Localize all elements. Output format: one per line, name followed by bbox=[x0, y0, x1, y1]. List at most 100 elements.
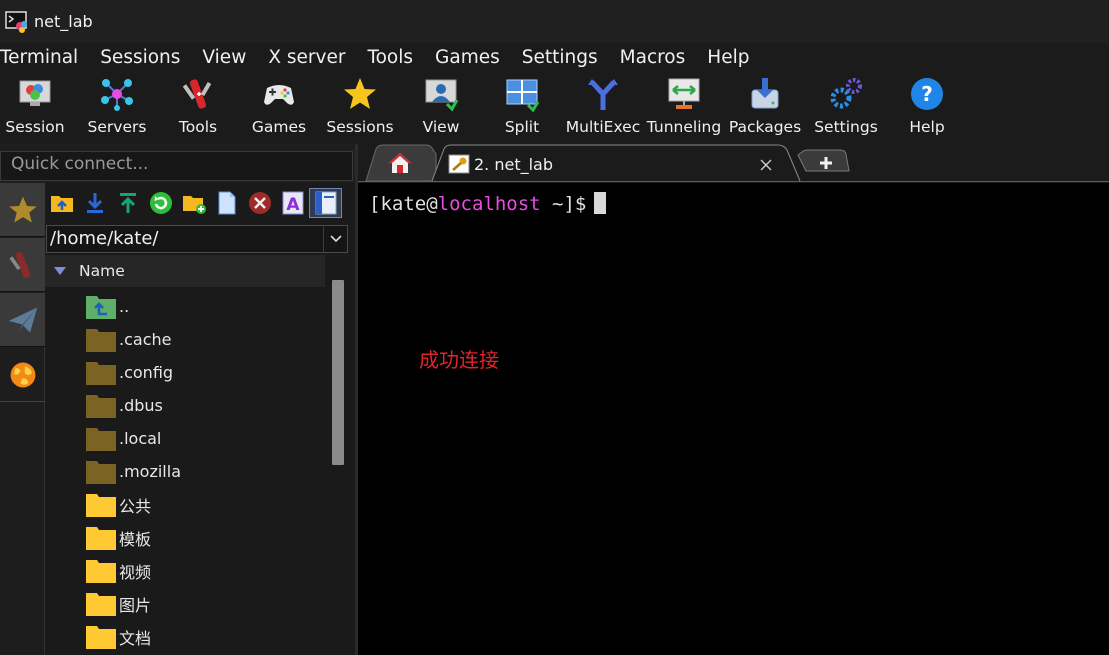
menu-macros[interactable]: Macros bbox=[620, 47, 686, 68]
split-button[interactable]: Split bbox=[482, 76, 562, 138]
sidebar-macros-tab[interactable] bbox=[0, 348, 45, 402]
download-button[interactable] bbox=[78, 188, 111, 218]
delete-button[interactable] bbox=[243, 188, 276, 218]
upload-button[interactable] bbox=[111, 188, 144, 218]
follow-terminal-button[interactable] bbox=[309, 188, 342, 218]
sftp-browser: A /home/kate/ Name .. .cache .config .db bbox=[45, 183, 355, 655]
file-list: .. .cache .config .dbus .local .mozilla … bbox=[45, 290, 325, 653]
tab-label: 2. net_lab bbox=[474, 154, 554, 174]
file-row[interactable]: 图片 bbox=[45, 587, 325, 620]
folder-icon bbox=[86, 626, 116, 649]
app-icon bbox=[5, 10, 29, 34]
tools-icon bbox=[8, 251, 30, 278]
star-icon bbox=[344, 78, 376, 109]
svg-text:A: A bbox=[286, 195, 300, 215]
gear-icon bbox=[830, 78, 862, 109]
menu-games[interactable]: Games bbox=[435, 47, 500, 68]
terminal-pane[interactable]: [kate@localhost ~]$ 成功连接 bbox=[358, 183, 1109, 655]
download-icon bbox=[86, 193, 103, 213]
menu-help[interactable]: Help bbox=[707, 47, 749, 68]
view-button[interactable]: View bbox=[401, 76, 481, 138]
servers-icon bbox=[101, 79, 133, 111]
file-row[interactable]: 模板 bbox=[45, 521, 325, 554]
new-file-button[interactable] bbox=[210, 188, 243, 218]
terminal-cursor bbox=[594, 192, 607, 214]
parent-dir-button[interactable] bbox=[45, 188, 78, 218]
paper-plane-icon bbox=[8, 307, 37, 332]
view-icon bbox=[425, 79, 459, 112]
new-tab-button[interactable] bbox=[816, 154, 836, 172]
multiexec-button[interactable]: MultiExec bbox=[563, 76, 643, 138]
quick-connect-input[interactable]: Quick connect... bbox=[0, 151, 353, 181]
help-icon: ? bbox=[911, 78, 943, 110]
scrollbar-thumb[interactable] bbox=[332, 280, 344, 465]
games-button[interactable]: Games bbox=[239, 76, 319, 138]
help-button[interactable]: ? Help bbox=[887, 76, 967, 138]
new-folder-button[interactable] bbox=[177, 188, 210, 218]
window-title: net_lab bbox=[34, 12, 93, 31]
packages-icon bbox=[751, 78, 779, 109]
menu-settings[interactable]: Settings bbox=[522, 47, 598, 68]
folder-up-icon bbox=[50, 196, 73, 212]
globe-icon bbox=[10, 362, 35, 387]
shell-prompt: [kate@localhost ~]$ bbox=[369, 192, 607, 215]
servers-button[interactable]: Servers bbox=[77, 76, 157, 138]
file-row[interactable]: .config bbox=[45, 356, 325, 389]
home-tab[interactable] bbox=[387, 151, 415, 175]
file-row[interactable]: .cache bbox=[45, 323, 325, 356]
name-column-header[interactable]: Name bbox=[45, 255, 325, 287]
sidebar-sessions-tab[interactable] bbox=[0, 183, 45, 237]
file-row[interactable]: 公共 bbox=[45, 488, 325, 521]
menu-terminal[interactable]: Terminal bbox=[0, 47, 78, 68]
path-field[interactable]: /home/kate/ bbox=[46, 225, 348, 253]
new-folder-icon bbox=[182, 196, 206, 214]
path-dropdown-button[interactable] bbox=[323, 226, 347, 252]
sidebar-tools-tab[interactable] bbox=[0, 238, 45, 292]
file-row[interactable]: .dbus bbox=[45, 389, 325, 422]
settings-button[interactable]: Settings bbox=[806, 76, 886, 138]
home-icon bbox=[389, 153, 411, 173]
menu-view[interactable]: View bbox=[202, 47, 246, 68]
folder-icon bbox=[86, 560, 116, 583]
split-icon bbox=[506, 79, 540, 112]
tab-net-lab[interactable]: 2. net_lab bbox=[448, 152, 778, 176]
new-file-icon bbox=[218, 191, 235, 215]
title-bar: net_lab bbox=[0, 0, 1109, 43]
file-row-parent[interactable]: .. bbox=[45, 290, 325, 323]
tools-icon bbox=[182, 79, 212, 109]
file-row[interactable]: .mozilla bbox=[45, 455, 325, 488]
sftp-toolbar: A bbox=[45, 183, 355, 223]
menu-tools[interactable]: Tools bbox=[367, 47, 413, 68]
sessions-button[interactable]: Sessions bbox=[320, 76, 400, 138]
sidebar-sftp-tab[interactable] bbox=[0, 293, 45, 347]
packages-button[interactable]: Packages bbox=[725, 76, 805, 138]
parent-folder-icon bbox=[86, 296, 116, 319]
ssh-key-icon bbox=[448, 154, 470, 174]
session-button[interactable]: Session bbox=[0, 76, 75, 138]
menu-sessions[interactable]: Sessions bbox=[100, 47, 180, 68]
rename-button[interactable]: A bbox=[276, 188, 309, 218]
menu-x-server[interactable]: X server bbox=[268, 47, 345, 68]
file-row[interactable]: 视频 bbox=[45, 554, 325, 587]
refresh-icon bbox=[149, 192, 172, 214]
close-tab-button[interactable] bbox=[760, 156, 772, 175]
upload-icon bbox=[119, 193, 136, 213]
chevron-down-icon bbox=[329, 235, 342, 243]
path-text: /home/kate/ bbox=[50, 228, 159, 249]
hidden-folder-icon bbox=[86, 329, 116, 352]
tunneling-button[interactable]: Tunneling bbox=[644, 76, 724, 138]
main-toolbar: Session Servers Tools Games Sessions Vie… bbox=[0, 72, 1109, 144]
tunneling-icon bbox=[668, 78, 700, 109]
folder-icon bbox=[86, 494, 116, 517]
menu-bar: Terminal Sessions View X server Tools Ga… bbox=[0, 43, 1109, 72]
plus-icon bbox=[820, 157, 832, 169]
tools-button[interactable]: Tools bbox=[158, 76, 238, 138]
file-row[interactable]: .local bbox=[45, 422, 325, 455]
file-row[interactable]: 文档 bbox=[45, 620, 325, 653]
gamepad-icon bbox=[264, 85, 294, 105]
refresh-button[interactable] bbox=[144, 188, 177, 218]
connection-success-note: 成功连接 bbox=[419, 348, 499, 372]
star-icon bbox=[8, 196, 37, 222]
svg-text:?: ? bbox=[921, 82, 933, 106]
delete-icon bbox=[248, 192, 271, 214]
